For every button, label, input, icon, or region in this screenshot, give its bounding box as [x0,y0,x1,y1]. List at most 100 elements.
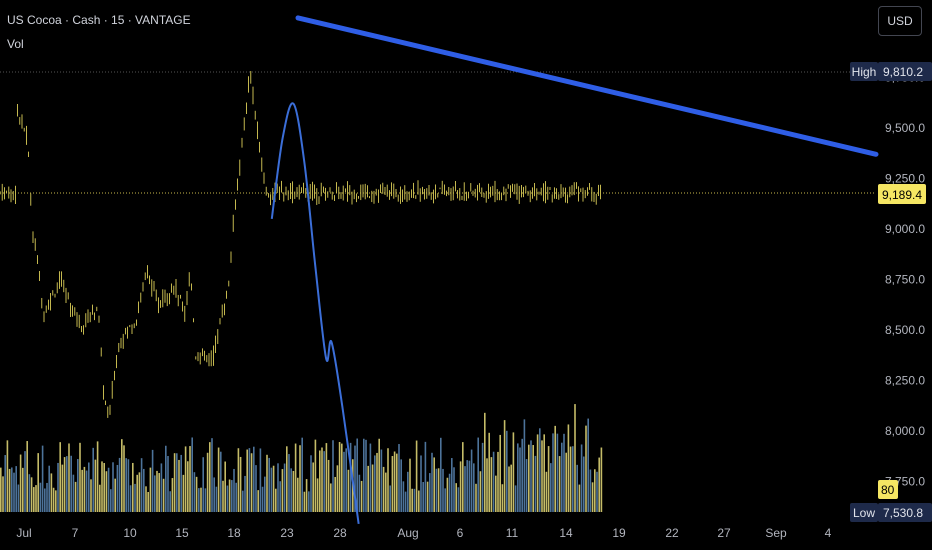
volume-bar [198,488,200,512]
volume-bar [66,456,68,512]
volume-bar [107,467,110,512]
volume-bar [468,460,471,512]
volume-bar [356,438,358,512]
volume-bar [363,438,365,512]
volume-bar [459,461,462,512]
volume-bar [202,457,204,512]
volume-bar [475,483,477,512]
volume-bar [26,441,28,512]
y-tick-label: 8,500.0 [885,323,925,337]
volume-bar [127,459,130,512]
volume-bar [286,446,288,512]
volume-bar [477,437,479,512]
volume-bar [444,488,446,512]
volume-bar [195,476,198,512]
volume-bar [415,440,418,512]
volume-bar [334,476,336,512]
volume-bar [147,491,149,512]
volume-bar [528,444,530,512]
volume-bar [462,442,464,512]
volume-bar [519,447,521,512]
volume-bar [6,440,9,512]
volume-bar [539,428,541,512]
volume-badge: 80 [878,480,898,499]
volume-bar [341,443,343,512]
volume-bar [156,470,158,512]
volume-bar [129,485,132,512]
volume-bar [283,463,286,512]
volume-bar [231,480,233,512]
volume-bar [28,474,31,512]
volume-bar [235,482,237,512]
volume-bar [453,467,455,512]
volume-bar [316,478,319,512]
volume-bar [63,457,66,512]
volume-bar [299,445,301,512]
volume-bar [118,457,121,512]
volume-bar [523,419,526,512]
current-price-badge: 9,189.4 [878,184,926,204]
volume-bar [270,467,273,512]
high-badge-label: High [852,65,877,79]
volume-bar [4,455,6,512]
volume-bar [567,424,570,512]
volume-bar [503,420,506,512]
volume-bar [226,485,229,512]
volume-bar [173,453,176,512]
volume-bar [294,443,297,512]
x-tick-label: 14 [559,526,573,540]
high-badge: High 9,810.2 [850,62,932,81]
volume-bar [253,446,255,512]
volume-bar [385,472,387,512]
volume-bar [378,438,380,512]
y-tick-label: 8,000.0 [885,424,925,438]
volume-bar [424,441,427,512]
x-tick-label: 15 [175,526,189,540]
y-axis: 9,750.09,500.09,250.09,000.08,750.08,500… [885,71,925,489]
symbol-title[interactable]: US Cocoa · Cash · 15 · VANTAGE [7,13,191,27]
volume-bar [266,454,268,512]
volume-bar [160,463,163,512]
x-tick-label: 22 [665,526,679,540]
volume-bar [94,459,97,512]
volume-bar [191,437,193,512]
volume-bar [336,465,339,512]
resistance-trendline[interactable] [295,15,879,157]
low-badge-label: Low [853,506,875,520]
volume-bar [125,458,127,512]
x-tick-label: 28 [333,526,347,540]
volume-bar [305,479,308,512]
volume-bar [349,442,352,512]
volume-bar [143,468,145,512]
volume-bar [48,465,50,512]
y-tick-label: 8,250.0 [885,374,925,388]
volume-bar [257,490,259,512]
volume-bar [11,467,13,512]
volume-bar [574,404,576,512]
volume-bar [134,483,136,512]
volume-bar [292,470,295,512]
volume-bar [70,455,72,512]
x-tick-label: 23 [280,526,294,540]
volume-indicator-label[interactable]: Vol [7,37,24,51]
volume-bar [158,473,160,512]
volume-bar [492,451,495,512]
volume-bar [206,452,209,512]
volume-bar [457,487,460,512]
volume-bar [514,485,517,512]
volume-bar [171,478,174,512]
price-chart[interactable]: 9,750.09,500.09,250.09,000.08,750.08,500… [0,0,932,550]
volume-bar [136,474,138,512]
volume-bar [72,474,75,512]
currency-button[interactable]: USD [878,6,922,36]
volume-bar [367,465,369,512]
volume-bar [393,451,396,512]
volume-bar [281,469,284,512]
volume-bar [330,483,332,512]
volume-bar [288,454,290,512]
volume-bar [189,446,191,512]
x-tick-label: Jul [16,526,31,540]
y-tick-label: 9,000.0 [885,222,925,236]
x-tick-label: 11 [506,526,519,540]
low-badge: Low 7,530.8 [850,503,932,522]
